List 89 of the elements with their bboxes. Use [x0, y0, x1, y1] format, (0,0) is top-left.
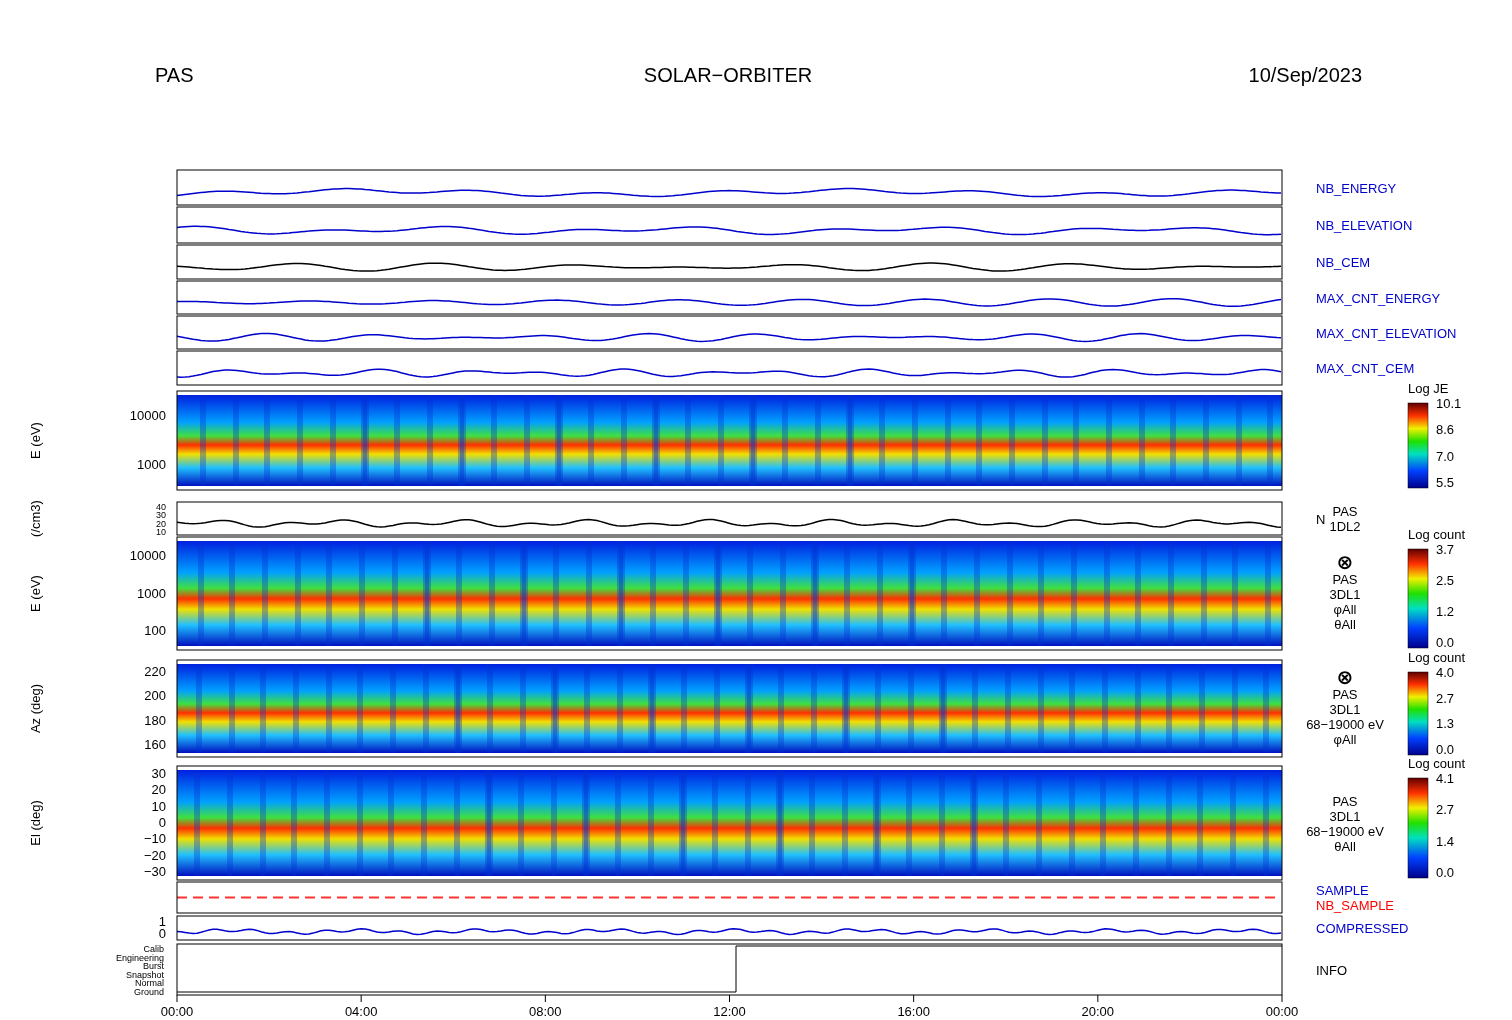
axis-tick-label: Ground	[133, 986, 164, 997]
time-tick-label: 00:00	[160, 1004, 194, 1019]
axis-title: E (eV)	[28, 422, 43, 459]
axis-tick-label: 180	[144, 712, 166, 728]
panel-label: NB_SAMPLE	[1316, 898, 1395, 913]
axis-tick-label: −10	[143, 831, 166, 847]
colorbar-tick-label: 2.7	[1436, 802, 1455, 818]
time-tick-label: 08:00	[529, 1004, 562, 1019]
panel-label: MAX_CNT_ENERGY	[1316, 290, 1441, 306]
colorbar-tick-label: 2.5	[1436, 573, 1455, 588]
colorbar-tick-label: 7.0	[1436, 448, 1455, 464]
time-tick-label: 12:00	[713, 1004, 746, 1019]
date-title: 10/Sep/2023	[1248, 64, 1362, 86]
panel-label: INFO	[1316, 962, 1348, 978]
axis-title: (/cm3)	[28, 500, 43, 537]
colorbar-title: Log count	[1408, 527, 1466, 542]
axis-title: E (eV)	[28, 575, 43, 612]
panel-label: NB_CEM	[1316, 255, 1371, 270]
colorbar-tick-label: 10.1	[1436, 396, 1462, 411]
axis-title: Az (deg)	[28, 683, 43, 734]
axis-tick-label: Snapshot	[125, 969, 164, 980]
panel-label: ⊗	[1336, 549, 1354, 574]
axis-title: El (deg)	[28, 800, 43, 846]
colorbar-title: Log JE	[1408, 381, 1449, 396]
panel-label: SAMPLE	[1316, 883, 1369, 898]
axis-tick-label: Calib	[143, 944, 164, 955]
time-tick-label: 00:00	[1265, 1004, 1299, 1019]
panel-label: 3DL1	[1329, 586, 1361, 602]
axis-tick-label: 30	[156, 510, 166, 521]
mission-title: SOLAR−ORBITER	[643, 64, 813, 86]
axis-tick-label: −30	[143, 863, 166, 879]
panel-label: MAX_CNT_CEM	[1316, 361, 1415, 376]
axis-tick-label: 0	[158, 815, 166, 830]
axis-tick-label: 1	[158, 914, 166, 929]
panel-label: φAll	[1333, 731, 1357, 747]
axis-tick-label: 100	[144, 623, 166, 639]
colorbar-tick-label: 0.0	[1436, 635, 1455, 650]
axis-tick-label: 30	[151, 766, 166, 782]
panel-label: 1DL2	[1329, 519, 1361, 534]
panel-label: NB_ELEVATION	[1316, 218, 1413, 233]
panel-label: 68−19000 eV	[1306, 823, 1384, 839]
colorbar-tick-label: 3.7	[1436, 542, 1455, 557]
colorbar-title: Log count	[1408, 650, 1466, 665]
panel-label: φAll	[1333, 601, 1357, 617]
axis-tick-label: −20	[143, 847, 166, 863]
colorbar-tick-label: 8.6	[1436, 422, 1455, 438]
time-tick-label: 04:00	[344, 1004, 378, 1019]
panel-label: θAll	[1334, 616, 1356, 632]
time-tick-label: 16:00	[897, 1004, 930, 1019]
colorbar-tick-label: 1.3	[1436, 716, 1455, 732]
axis-tick-label: Normal	[135, 978, 164, 989]
axis-tick-label: 160	[144, 736, 166, 752]
axis-tick-label: 10	[156, 526, 166, 537]
axis-tick-label: 220	[144, 664, 166, 680]
panel-label: PAS	[1332, 686, 1358, 702]
colorbar-tick-label: 1.2	[1436, 604, 1455, 619]
panel-label: NB_ENERGY	[1316, 180, 1397, 196]
colorbar-tick-label: 4.1	[1436, 771, 1455, 786]
panel-label: 68−19000 eV	[1306, 716, 1384, 732]
axis-tick-label: 20	[151, 782, 166, 798]
colorbar-title: Log count	[1408, 756, 1466, 771]
axis-tick-label: 10	[151, 798, 166, 814]
panel-label: PAS	[1332, 571, 1358, 587]
panel-label: MAX_CNT_ELEVATION	[1316, 325, 1457, 341]
axis-tick-label: 0	[158, 926, 166, 941]
panel-label: COMPRESSED	[1316, 921, 1409, 936]
time-tick-label: 20:00	[1081, 1004, 1115, 1019]
colorbar-tick-label: 0.0	[1436, 742, 1455, 757]
colorbar-tick-label: 2.7	[1436, 690, 1455, 706]
colorbar-tick-label: 1.4	[1436, 833, 1455, 849]
panel-label: 3DL1	[1329, 701, 1361, 717]
colorbar-tick-label: 4.0	[1436, 665, 1455, 680]
colorbar-tick-label: 5.5	[1436, 475, 1455, 490]
axis-tick-label: 20	[156, 518, 166, 529]
axis-tick-label: Engineering	[115, 952, 164, 963]
panel-label: θAll	[1334, 838, 1356, 854]
colorbar-tick-label: 0.0	[1436, 865, 1455, 880]
axis-tick-label: 200	[144, 688, 166, 704]
panel-label: PAS	[1332, 504, 1358, 519]
axis-tick-label: 10000	[129, 407, 166, 423]
panel-label: ⊗	[1336, 664, 1354, 689]
axis-tick-label: 40	[156, 502, 166, 513]
axis-tick-label: 1000	[137, 457, 166, 473]
instrument-title: PAS	[155, 64, 194, 86]
axis-tick-label: 10000	[129, 547, 166, 563]
panel-label: 3DL1	[1329, 808, 1361, 824]
axis-label: N	[1316, 511, 1326, 527]
panel-label: PAS	[1332, 793, 1358, 809]
axis-tick-label: 1000	[137, 585, 166, 601]
